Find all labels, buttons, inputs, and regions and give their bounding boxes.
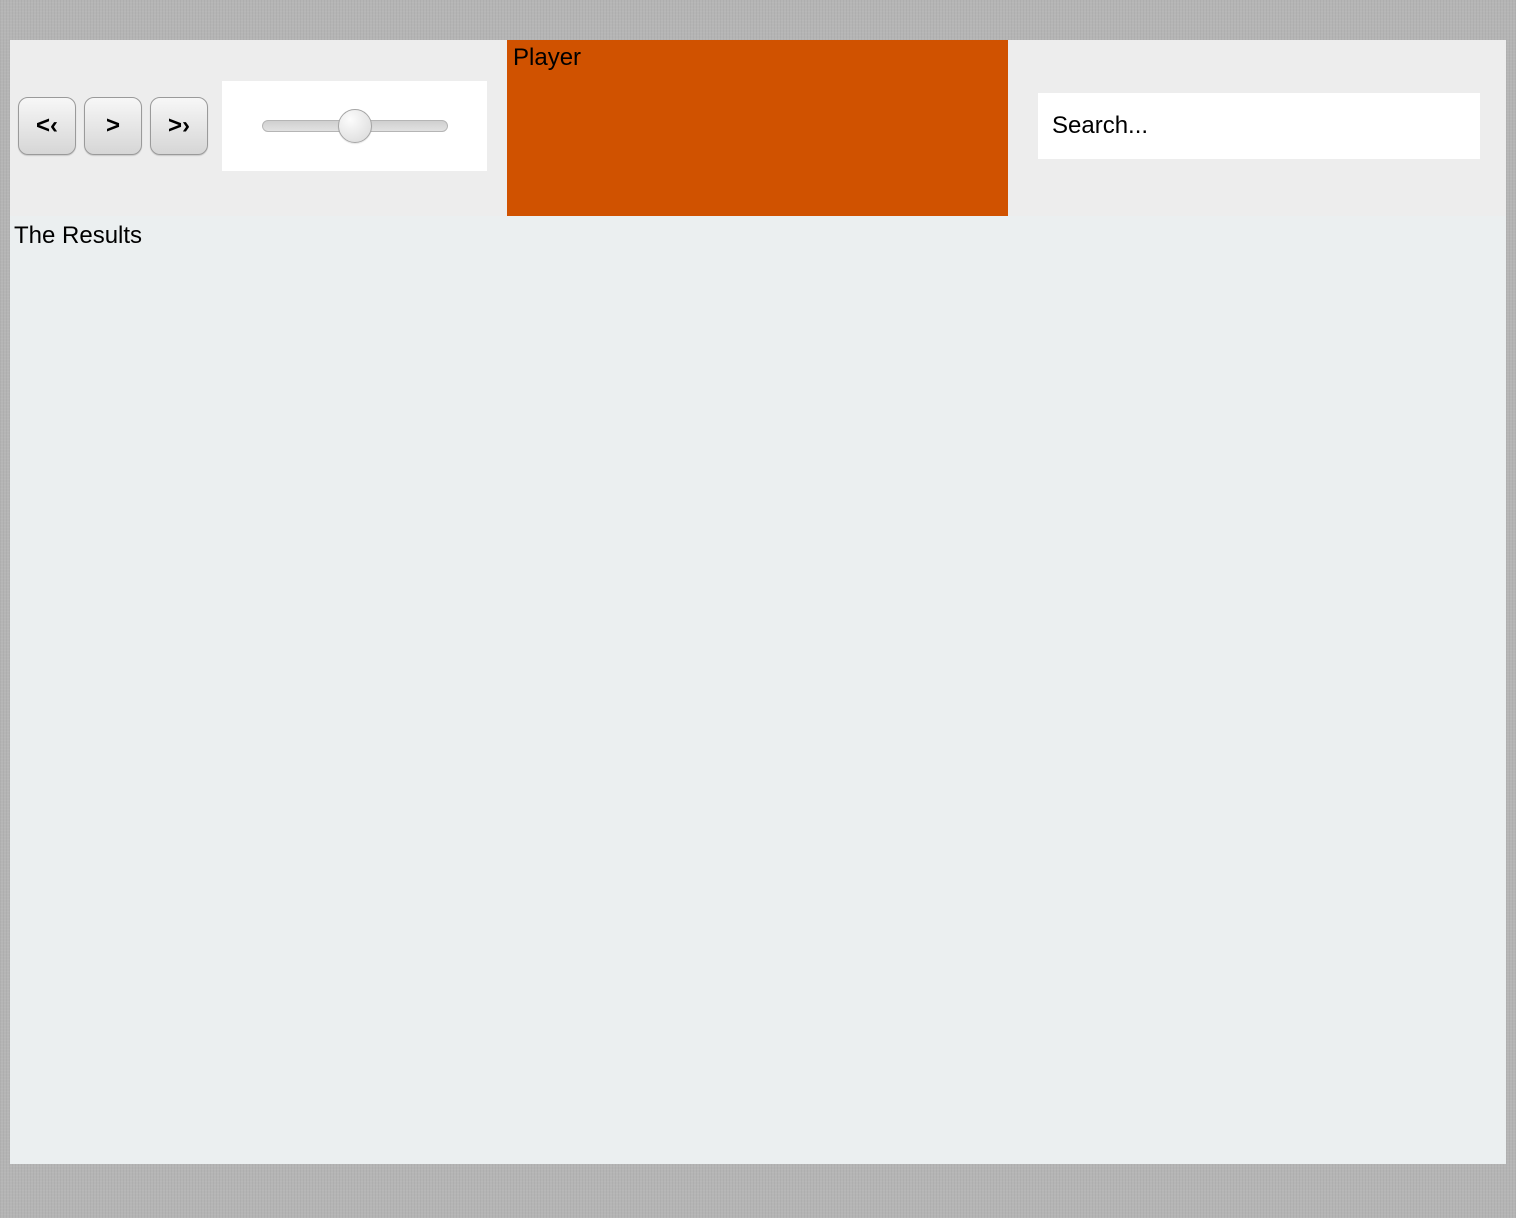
volume-slider-thumb[interactable]	[338, 109, 372, 143]
playback-controls-row: <‹ > >›	[14, 81, 507, 171]
volume-control	[222, 81, 487, 171]
results-heading: The Results	[14, 222, 142, 249]
next-button[interactable]: >›	[150, 97, 208, 155]
app-window: <‹ > >› Player The Results	[10, 40, 1506, 1164]
top-toolbar: <‹ > >› Player	[10, 40, 1506, 216]
play-button[interactable]: >	[84, 97, 142, 155]
playback-controls: <‹ > >›	[10, 40, 507, 171]
results-panel: The Results	[10, 216, 1506, 1164]
search-area	[1008, 40, 1506, 159]
player-panel: Player	[507, 40, 1008, 216]
search-input[interactable]	[1038, 93, 1480, 159]
volume-slider-track[interactable]	[262, 120, 448, 132]
player-title: Player	[513, 44, 581, 71]
previous-button[interactable]: <‹	[18, 97, 76, 155]
